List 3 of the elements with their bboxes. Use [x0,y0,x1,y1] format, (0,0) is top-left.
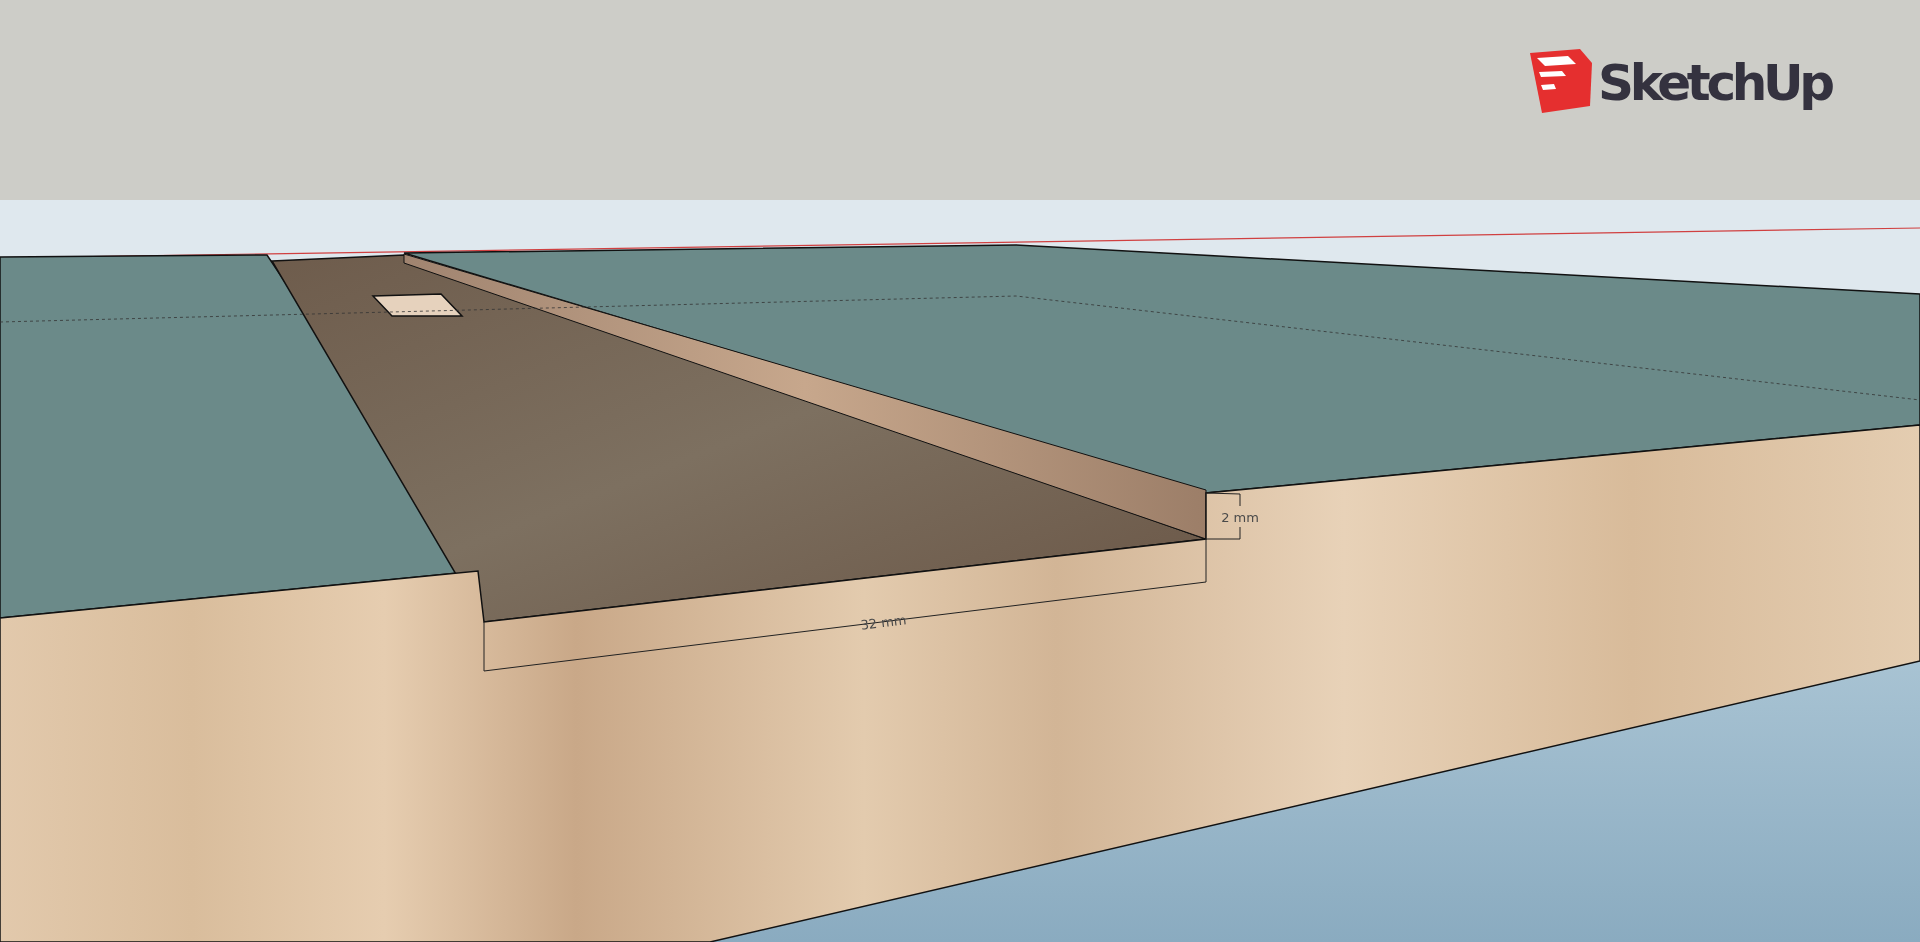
dimension-label: 2 mm [1221,510,1259,525]
logo-text: SketchUp [1598,54,1835,112]
dimension-label: 32 mm [859,612,908,633]
